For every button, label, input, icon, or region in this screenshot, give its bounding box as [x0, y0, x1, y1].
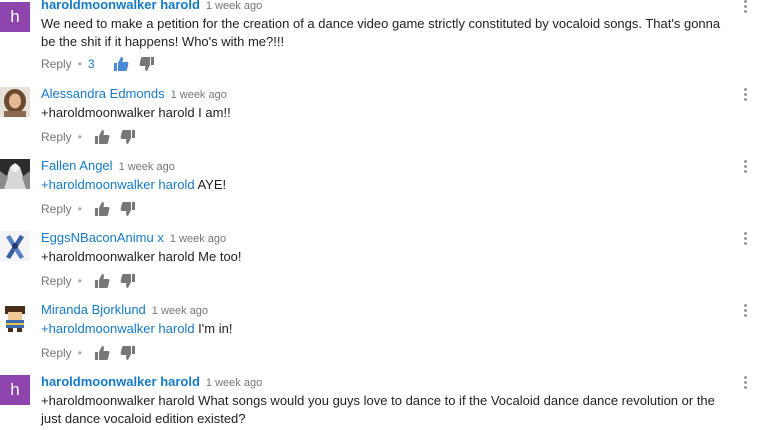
comment-item: h haroldmoonwalker harold 1 week ago We n… — [0, 0, 765, 78]
comment-author[interactable]: Alessandra Edmonds — [41, 86, 165, 101]
separator-dot: • — [77, 202, 82, 216]
thumbs-down-icon[interactable] — [120, 345, 136, 361]
thumbs-up-icon[interactable] — [94, 129, 110, 145]
thumbs-down-icon[interactable] — [120, 273, 136, 289]
comment-author-line: Fallen Angel 1 week ago — [41, 158, 175, 173]
comment-timestamp[interactable]: 1 week ago — [119, 161, 175, 173]
thumbs-down-icon[interactable] — [139, 56, 155, 72]
comment-text: +haroldmoonwalker harold I'm in! — [41, 320, 731, 338]
avatar[interactable] — [0, 303, 30, 333]
like-count: 3 — [87, 57, 95, 71]
comment-author[interactable]: haroldmoonwalker harold — [41, 0, 200, 12]
avatar[interactable]: h — [0, 375, 30, 405]
avatar[interactable] — [0, 159, 30, 189]
mention-link[interactable]: +haroldmoonwalker harold — [41, 321, 195, 336]
separator-dot: • — [77, 57, 82, 71]
comment-item: h haroldmoonwalker harold 1 week ago +har… — [0, 366, 765, 430]
comment-item: Miranda Bjorklund 1 week ago +haroldmoonw… — [0, 294, 765, 366]
comment-timestamp[interactable]: 1 week ago — [206, 377, 262, 389]
comment-author[interactable]: haroldmoonwalker harold — [41, 374, 200, 389]
comment-text: +haroldmoonwalker harold Me too! — [41, 249, 242, 264]
comment-timestamp[interactable]: 1 week ago — [152, 305, 208, 317]
comment-author[interactable]: Fallen Angel — [41, 158, 113, 173]
thumbs-up-icon[interactable] — [94, 201, 110, 217]
comment-author[interactable]: Miranda Bjorklund — [41, 302, 146, 317]
comment-text-rest: I'm in! — [194, 321, 233, 336]
separator-dot: • — [77, 346, 82, 360]
comment-timestamp[interactable]: 1 week ago — [170, 233, 226, 245]
comment-author-line: Alessandra Edmonds 1 week ago — [41, 86, 227, 101]
comment-author-line: haroldmoonwalker harold 1 week ago — [41, 374, 262, 389]
comment-menu-icon[interactable] — [742, 232, 748, 248]
comment-menu-icon[interactable] — [742, 88, 748, 104]
comment-author-line: haroldmoonwalker harold 1 week ago — [41, 0, 262, 12]
comment-thread: h haroldmoonwalker harold 1 week ago We n… — [0, 0, 765, 430]
reply-button[interactable]: Reply — [41, 346, 72, 360]
comment-author-line: Miranda Bjorklund 1 week ago — [41, 302, 208, 317]
reply-button[interactable]: Reply — [41, 57, 72, 71]
reply-button[interactable]: Reply — [41, 274, 72, 288]
comment-timestamp[interactable]: 1 week ago — [206, 0, 262, 12]
comment-author[interactable]: EggsNBaconAnimu x — [41, 230, 164, 245]
comment-text: +haroldmoonwalker harold I am!! — [41, 105, 231, 120]
comment-menu-icon[interactable] — [742, 376, 748, 392]
avatar[interactable] — [0, 231, 30, 261]
comment-author-line: EggsNBaconAnimu x 1 week ago — [41, 230, 226, 245]
comment-text: +haroldmoonwalker harold AYE! — [41, 176, 731, 194]
separator-dot: • — [77, 274, 82, 288]
comment-item: EggsNBaconAnimu x 1 week ago +haroldmoonw… — [0, 222, 765, 294]
thumbs-up-icon[interactable] — [94, 345, 110, 361]
reply-button[interactable]: Reply — [41, 130, 72, 144]
thumbs-up-icon[interactable] — [113, 56, 129, 72]
comment-menu-icon[interactable] — [742, 160, 748, 176]
comment-item: Alessandra Edmonds 1 week ago +haroldmoon… — [0, 78, 765, 150]
comment-menu-icon[interactable] — [742, 0, 748, 16]
separator-dot: • — [77, 130, 82, 144]
comment-text: We need to make a petition for the creat… — [41, 16, 721, 49]
mention-link[interactable]: +haroldmoonwalker harold — [41, 177, 195, 192]
comment-actions: Reply • 3 — [41, 55, 155, 73]
avatar[interactable]: h — [0, 2, 30, 32]
reply-button[interactable]: Reply — [41, 202, 72, 216]
avatar[interactable] — [0, 87, 30, 117]
comment-menu-icon[interactable] — [742, 304, 748, 320]
comment-actions: Reply • — [41, 128, 136, 146]
comment-item: Fallen Angel 1 week ago +haroldmoonwalker… — [0, 150, 765, 222]
comment-actions: Reply • — [41, 344, 136, 362]
thumbs-down-icon[interactable] — [120, 201, 136, 217]
comment-text-rest: AYE! — [194, 177, 227, 192]
thumbs-down-icon[interactable] — [120, 129, 136, 145]
comment-text: +haroldmoonwalker harold What songs woul… — [41, 393, 715, 426]
thumbs-up-icon[interactable] — [94, 273, 110, 289]
comment-actions: Reply • — [41, 200, 136, 218]
comment-actions: Reply • — [41, 272, 136, 290]
comment-timestamp[interactable]: 1 week ago — [171, 89, 227, 101]
